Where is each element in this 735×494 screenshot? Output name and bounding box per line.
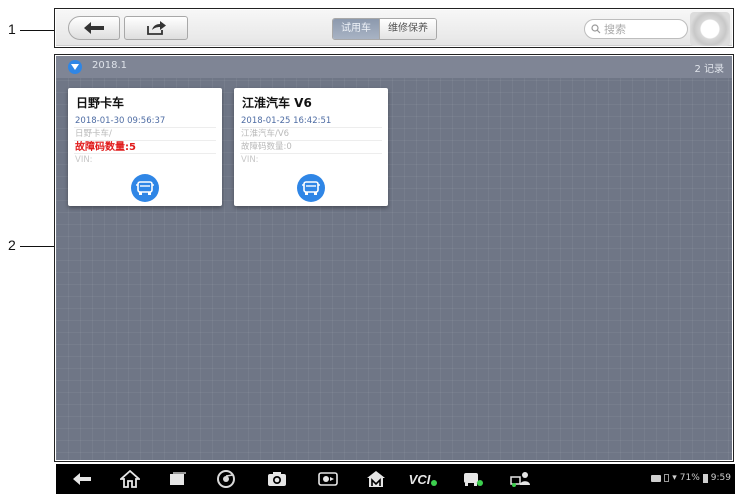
search-box[interactable] [584, 19, 688, 39]
card-title: 江淮汽车 V6 [242, 96, 312, 110]
nav-camera-icon[interactable] [262, 470, 292, 488]
nav-chrome-icon[interactable] [214, 470, 238, 488]
callout-label-2: 2 [8, 237, 16, 253]
status-area: ▾ 71% 9:59 [651, 473, 731, 483]
nav-vci-icon[interactable]: VCI [406, 470, 440, 488]
card-title: 日野卡车 [76, 96, 125, 110]
battery-percent: 71% [679, 473, 700, 483]
card-dtc-count: 故障码数量:0 [240, 141, 382, 154]
record-card[interactable]: 日野卡车 2018-01-30 09:56:37 日野卡车/ 故障码数量:5 V… [68, 88, 222, 206]
vci-label: VCI [408, 471, 431, 487]
nav-maxifix-icon[interactable] [364, 470, 388, 488]
nav-back-icon[interactable] [70, 470, 94, 488]
chevron-down-icon [71, 64, 79, 70]
card-datetime: 2018-01-25 16:42:51 [240, 115, 382, 128]
vehicle-icon [297, 174, 325, 202]
nav-remote-desk-icon[interactable] [508, 470, 534, 488]
tab-trial-vehicle[interactable]: 试用车 [333, 19, 380, 39]
nav-home-icon[interactable] [118, 470, 142, 488]
card-dtc-count: 故障码数量:5 [74, 141, 216, 154]
callout-line-2 [20, 246, 54, 247]
search-input[interactable] [604, 22, 674, 36]
card-model-path: 日野卡车/ [74, 128, 216, 141]
home-circle-icon[interactable] [690, 12, 730, 46]
callout-label-1: 1 [8, 21, 16, 37]
top-toolbar: 试用车 维修保养 [56, 10, 732, 46]
back-arrow-icon [84, 22, 104, 34]
message-icon [651, 474, 662, 482]
record-card[interactable]: 江淮汽车 V6 2018-01-25 16:42:51 江淮汽车/V6 故障码数… [234, 88, 388, 206]
category-tabs: 试用车 维修保养 [332, 18, 437, 40]
group-date: 2018.1 [92, 60, 127, 71]
system-navigation-bar: VCI ▾ 71% 9:59 [56, 464, 735, 494]
back-button[interactable] [68, 16, 120, 40]
vehicle-icon [131, 174, 159, 202]
share-button[interactable] [124, 16, 188, 40]
records-workspace: 2018.1 2 记录 日野卡车 2018-01-30 09:56:37 日野卡… [56, 56, 732, 460]
vci-status-dot [431, 480, 438, 486]
sim-icon [664, 474, 670, 482]
wifi-icon: ▾ [672, 473, 677, 483]
card-vin: VIN: [75, 155, 93, 165]
share-export-icon [147, 21, 166, 35]
tab-maintenance[interactable]: 维修保养 [380, 19, 436, 39]
card-datetime: 2018-01-30 09:56:37 [74, 115, 216, 128]
search-icon [591, 24, 601, 34]
group-header[interactable]: 2018.1 2 记录 [56, 56, 732, 78]
nav-screen-record-icon[interactable] [316, 470, 340, 488]
card-vin: VIN: [241, 155, 259, 165]
group-record-count: 2 记录 [694, 64, 724, 75]
status-time: 9:59 [710, 473, 731, 483]
card-model-path: 江淮汽车/V6 [240, 128, 382, 141]
callout-line-1 [20, 30, 54, 31]
group-toggle[interactable] [68, 60, 82, 74]
nav-vehicle-diag-icon[interactable] [460, 470, 486, 488]
battery-icon [702, 473, 708, 483]
nav-recent-apps-icon[interactable] [166, 470, 190, 488]
